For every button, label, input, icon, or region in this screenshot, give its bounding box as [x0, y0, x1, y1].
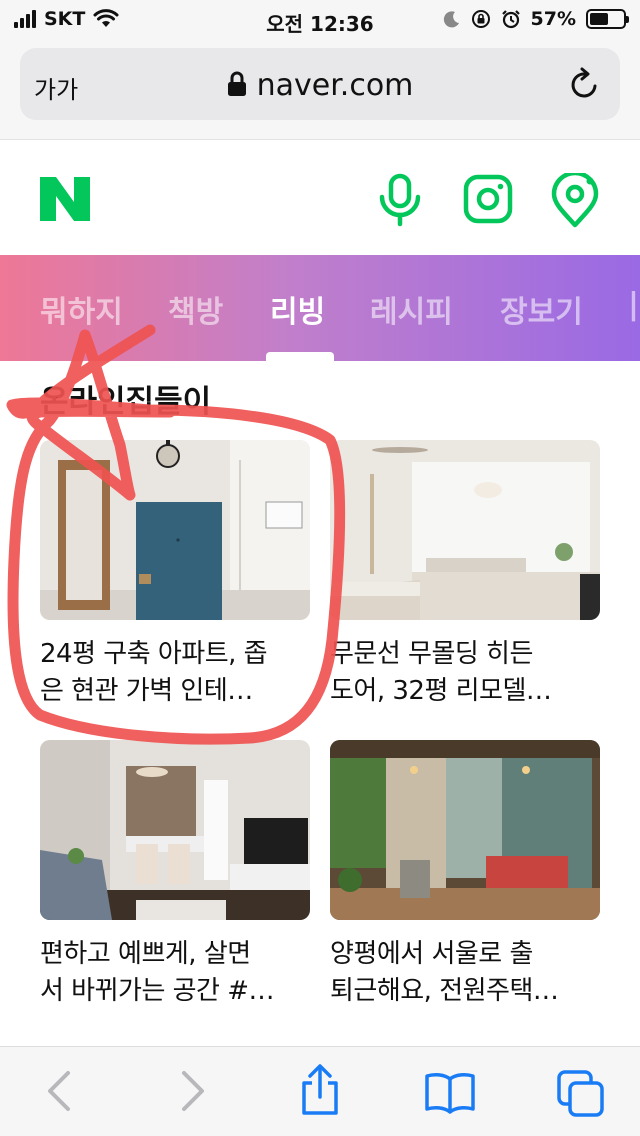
active-tab-indicator	[266, 352, 334, 361]
browser-chrome: 가가 naver.com	[0, 40, 640, 140]
location-icon[interactable]	[550, 173, 600, 229]
address-bar[interactable]: 가가 naver.com	[20, 48, 620, 120]
tabs-icon[interactable]	[556, 1069, 606, 1119]
house-tour-card[interactable]: 무문선 무몰딩 히든 도어, 32평 리모델…	[330, 440, 600, 710]
share-icon[interactable]	[298, 1063, 342, 1117]
rotation-lock-icon	[471, 10, 490, 28]
tab-living[interactable]: 리빙	[270, 287, 325, 331]
house-tour-card[interactable]: 양평에서 서울로 출 퇴근해요, 전원주택…	[330, 740, 600, 1010]
naver-header	[0, 141, 640, 255]
card-thumbnail[interactable]	[40, 740, 310, 920]
url-display[interactable]: naver.com	[20, 68, 620, 103]
card-caption-line1: 편하고 예쁘게, 살면	[40, 939, 251, 969]
card-caption-line1: 무문선 무몰딩 히든	[330, 639, 533, 669]
naver-logo[interactable]	[40, 177, 90, 221]
card-thumbnail[interactable]	[40, 440, 310, 620]
card-caption-line1: 양평에서 서울로 출	[330, 939, 533, 969]
card-caption-line2: 퇴근해요, 전원주택…	[330, 976, 559, 1006]
category-tab-bar: 뭐하지 책방 리빙 레시피 장보기 |	[0, 255, 640, 361]
battery-icon	[586, 9, 629, 29]
tab-mwohaji[interactable]: 뭐하지	[40, 287, 123, 331]
house-tour-card[interactable]: 편하고 예쁘게, 살면 서 바뀌가는 공간 #…	[40, 740, 310, 1010]
browser-toolbar	[0, 1046, 640, 1136]
card-caption-line2: 은 현관 가벽 인테…	[40, 676, 253, 706]
lock-icon	[227, 71, 246, 96]
card-caption-line1: 24평 구축 아파트, 좁	[40, 639, 268, 669]
tab-chaekbang[interactable]: 책방	[168, 287, 223, 331]
card-caption[interactable]: 24평 구축 아파트, 좁 은 현관 가벽 인테…	[40, 636, 310, 710]
bookmarks-icon[interactable]	[424, 1071, 476, 1115]
battery-percent: 57%	[530, 8, 576, 30]
card-thumbnail[interactable]	[330, 440, 600, 620]
tab-jangbogi[interactable]: 장보기	[500, 287, 583, 331]
alarm-icon	[501, 10, 520, 29]
card-caption-line2: 서 바뀌가는 공간 #…	[40, 976, 275, 1006]
battery-level-fill	[590, 13, 609, 25]
section-title: 온라인집들이	[40, 384, 212, 420]
card-thumbnail[interactable]	[330, 740, 600, 920]
reload-icon[interactable]	[568, 66, 602, 102]
tab-recipe[interactable]: 레시피	[370, 287, 453, 331]
lens-camera-icon[interactable]	[462, 173, 514, 225]
forward-icon[interactable]	[178, 1069, 208, 1113]
card-caption[interactable]: 무문선 무몰딩 히든 도어, 32평 리모델…	[330, 636, 600, 710]
status-bar: SKT 오전 12:36 57%	[0, 0, 640, 40]
card-caption-line2: 도어, 32평 리모델…	[330, 676, 552, 706]
back-icon[interactable]	[44, 1069, 74, 1113]
moon-icon	[443, 11, 459, 28]
tab-overflow-edge: |	[628, 287, 639, 322]
microphone-icon[interactable]	[376, 173, 424, 227]
card-caption[interactable]: 편하고 예쁘게, 살면 서 바뀌가는 공간 #…	[40, 936, 310, 1010]
url-text: naver.com	[256, 68, 414, 103]
house-tour-card[interactable]: 24평 구축 아파트, 좁 은 현관 가벽 인테…	[40, 440, 310, 710]
card-caption[interactable]: 양평에서 서울로 출 퇴근해요, 전원주택…	[330, 936, 600, 1010]
status-right: 57%	[443, 8, 629, 30]
